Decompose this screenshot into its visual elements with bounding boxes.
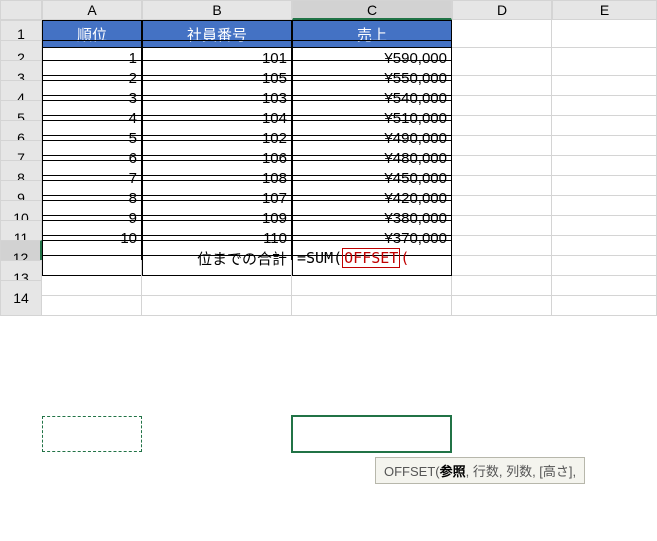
tooltip-fn: OFFSET(	[384, 464, 440, 479]
cell-D14[interactable]	[452, 280, 552, 316]
col-header-C[interactable]: C	[292, 0, 452, 20]
cell-C14[interactable]	[292, 280, 452, 316]
formula-paren: (	[400, 249, 409, 267]
cell-A14[interactable]	[42, 280, 142, 316]
col-header-B[interactable]: B	[142, 0, 292, 20]
spreadsheet-grid[interactable]: ABCDE1順位社員番号売上21101¥590,00032105¥550,000…	[0, 0, 657, 300]
formula-prefix: =SUM(	[297, 249, 342, 267]
tooltip-arg-bold: 参照	[440, 464, 466, 479]
col-header-E[interactable]: E	[552, 0, 657, 20]
cell-E14[interactable]	[552, 280, 657, 316]
row-header-14[interactable]: 14	[0, 280, 42, 316]
tooltip-rest: , 行数, 列数, [高さ],	[466, 464, 577, 479]
formula-fn: OFFSET	[342, 248, 400, 268]
col-header-D[interactable]: D	[452, 0, 552, 20]
marquee-selection	[42, 416, 142, 452]
col-header-A[interactable]: A	[42, 0, 142, 20]
active-cell-outline	[291, 415, 452, 453]
formula-cell[interactable]: =SUM(OFFSET(	[292, 240, 452, 276]
cell-B14[interactable]	[142, 280, 292, 316]
corner-cell	[0, 0, 42, 20]
function-tooltip: OFFSET(参照, 行数, 列数, [高さ],	[375, 457, 585, 484]
